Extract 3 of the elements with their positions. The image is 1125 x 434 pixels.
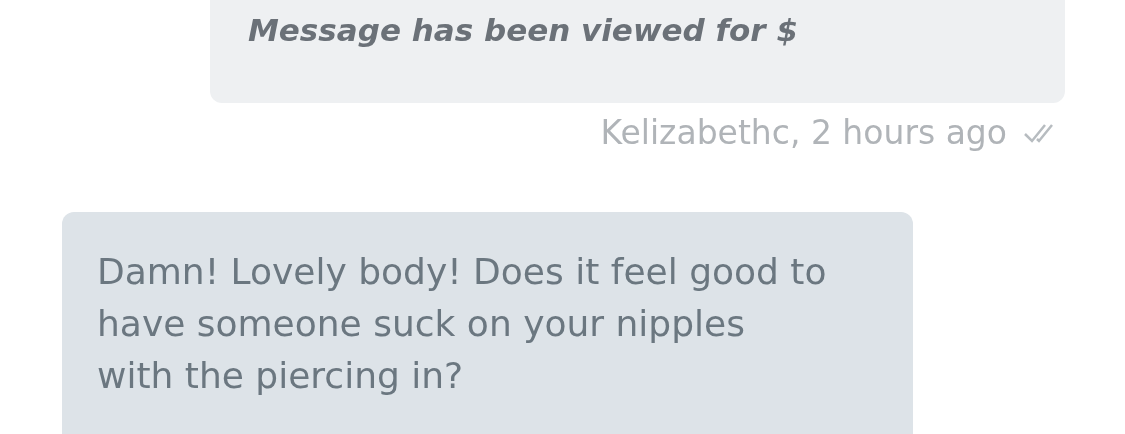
message-text: Damn! Lovely body! Does it feel good to have someone suck on your nipples with the piercing in? [97, 250, 828, 398]
message-meta: Kelizabethc, 2 hours ago [600, 113, 1007, 152]
message-text: Message has been viewed for $ [248, 12, 798, 48]
